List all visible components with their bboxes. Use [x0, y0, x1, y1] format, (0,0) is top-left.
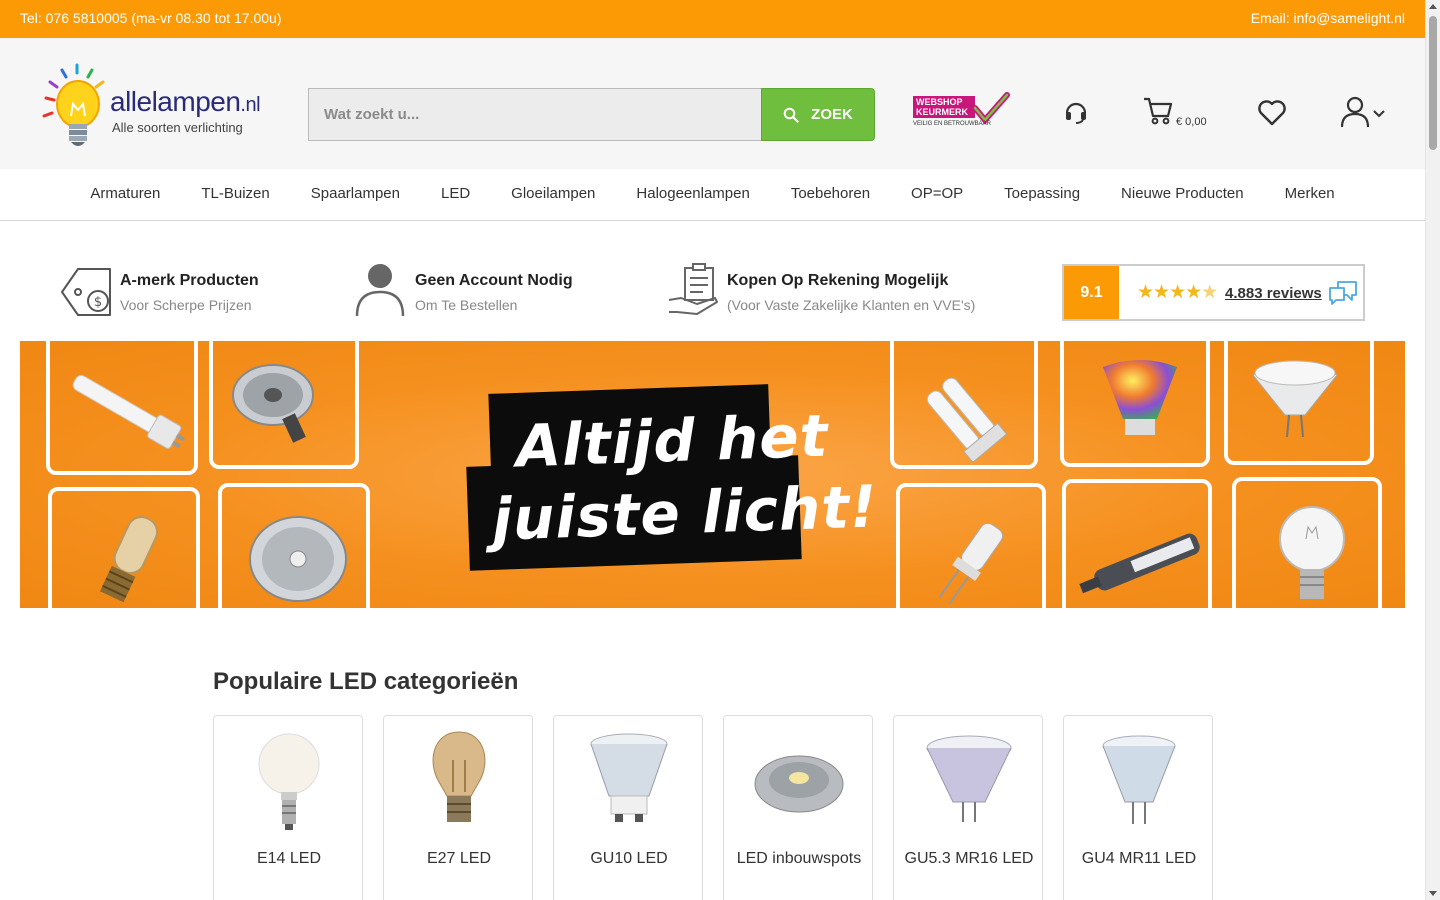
webshop-keurmerk-badge[interactable]: WEBSHOP KEURMERK VEILIG EN BETROUWBAAR: [913, 92, 1010, 132]
user-icon[interactable]: [1340, 94, 1388, 130]
page-scrollbar[interactable]: [1425, 0, 1440, 900]
nav-item-toebehoren[interactable]: Toebehoren: [770, 169, 890, 220]
category-card-gu4-mr11-led[interactable]: GU4 MR11 LED: [1063, 715, 1213, 900]
usp-geen-account: Geen Account Nodig Om Te Bestellen: [355, 262, 615, 322]
scroll-up-icon[interactable]: [1429, 4, 1437, 9]
topbar-phone[interactable]: Tel: 076 5810005 (ma-vr 08.30 tot 17.00u…: [20, 10, 282, 26]
nav-item-tl-buizen[interactable]: TL-Buizen: [181, 169, 290, 220]
cart-icon[interactable]: [1142, 96, 1174, 126]
category-label: GU4 MR11 LED: [1081, 850, 1197, 867]
streetlight-armature-icon: [1079, 533, 1200, 594]
banner-slogan: Altijd het juiste licht!: [466, 384, 879, 571]
main-nav: Armaturen TL-Buizen Spaarlampen LED Gloe…: [0, 169, 1425, 221]
search-bar: ZOEK: [308, 88, 875, 141]
lightbulb-logo-icon: [42, 63, 105, 146]
nav-item-spaarlampen[interactable]: Spaarlampen: [290, 169, 420, 220]
cart-amount[interactable]: € 0,00: [1176, 116, 1207, 128]
usp-subtitle: Voor Scherpe Prijzen: [120, 297, 252, 313]
nav-item-gloeilampen[interactable]: Gloeilampen: [491, 169, 616, 220]
keurmerk-label-box: WEBSHOP KEURMERK: [913, 96, 975, 118]
heart-icon[interactable]: [1257, 99, 1287, 127]
nav-item-nieuwe-producten[interactable]: Nieuwe Producten: [1101, 169, 1265, 220]
category-card-e14-led[interactable]: E14 LED: [213, 715, 363, 900]
rgb-gu10-lamp-icon: [1103, 360, 1177, 435]
e14-filament-lamp-icon: [99, 516, 159, 603]
usp-subtitle: (Voor Vaste Zakelijke Klanten en VVE's): [727, 297, 976, 313]
search-button[interactable]: ZOEK: [761, 88, 875, 141]
usp-title: A-merk Producten: [120, 272, 259, 289]
slogan-line2: juiste licht!: [490, 472, 879, 554]
topbar-email[interactable]: Email: info@samelight.nl: [1251, 10, 1405, 26]
usp-kopen-op-rekening: Kopen Op Rekening Mogelijk (Voor Vaste Z…: [667, 262, 987, 322]
slogan-line1: Altijd het: [514, 401, 830, 481]
pl-lamp-icon: [72, 375, 185, 449]
nav-item-led[interactable]: LED: [420, 169, 490, 220]
keurmerk-line2: KEURMERK: [916, 107, 969, 117]
svg-text:$: $: [94, 295, 102, 310]
category-card-gu10-led[interactable]: GU10 LED: [553, 715, 703, 900]
e14-led-bulb-image: [258, 733, 320, 830]
category-label: GU10 LED: [590, 850, 668, 867]
category-label: E14 LED: [256, 850, 322, 867]
category-list: E14 LED E27 LED GU10 LED LED inbouwspots…: [213, 715, 1213, 900]
mr16-led-spot-image: [926, 735, 1012, 822]
headset-icon[interactable]: [1063, 99, 1089, 125]
reviews-widget[interactable]: 9.1 ★★★★★ 4.883 reviews: [1062, 264, 1365, 321]
chat-bubbles-icon: [1329, 281, 1357, 305]
logo-tagline: Alle soorten verlichting: [112, 120, 243, 135]
category-card-gu5-3-mr16-led[interactable]: GU5.3 MR16 LED: [893, 715, 1043, 900]
category-label: LED inbouwspots: [736, 850, 862, 867]
reviews-link[interactable]: 4.883 reviews: [1225, 285, 1322, 302]
usp-title: Kopen Op Rekening Mogelijk: [727, 272, 949, 289]
search-icon: [783, 107, 799, 123]
review-score: 9.1: [1064, 266, 1119, 319]
nav-item-armaturen[interactable]: Armaturen: [70, 169, 181, 220]
nav-item-toepassing[interactable]: Toepassing: [984, 169, 1101, 220]
category-card-led-inbouwspots[interactable]: LED inbouwspots: [723, 715, 873, 900]
nav-item-merken[interactable]: Merken: [1264, 169, 1355, 220]
keurmerk-subtext: VEILIG EN BETROUWBAAR: [913, 121, 992, 127]
led-downlight-image: [754, 755, 844, 813]
pl-2pin-lamp-icon: [926, 377, 1008, 461]
category-label: E27 LED: [426, 850, 492, 867]
category-label: GU5.3 MR16 LED: [904, 850, 1034, 867]
g9-capsule-lamp-icon: [938, 522, 1003, 605]
keurmerk-line1: WEBSHOP: [916, 97, 963, 107]
nav-item-op-op[interactable]: OP=OP: [891, 169, 984, 220]
e27-led-bulb-image: [432, 731, 486, 822]
review-stars: ★★★★★: [1137, 282, 1218, 303]
invoice-hand-icon: [668, 263, 718, 315]
scrollbar-thumb[interactable]: [1429, 16, 1437, 150]
category-card-e27-led[interactable]: E27 LED: [383, 715, 533, 900]
person-icon: [355, 264, 405, 317]
top-bar: Tel: 076 5810005 (ma-vr 08.30 tot 17.00u…: [0, 0, 1425, 38]
usp-a-merk: $ A-merk Producten Voor Scherpe Prijzen: [60, 262, 320, 322]
ar111-lamp-icon: [232, 364, 314, 443]
scroll-down-icon[interactable]: [1429, 891, 1437, 896]
logo-brand: allelampen.nl: [110, 86, 261, 117]
page: Tel: 076 5810005 (ma-vr 08.30 tot 17.00u…: [0, 0, 1440, 900]
search-button-label: ZOEK: [811, 106, 853, 123]
price-tag-icon: $: [61, 268, 111, 316]
header: allelampen.nl Alle soorten verlichting Z…: [0, 38, 1425, 169]
e27-ball-lamp-icon: [1279, 506, 1345, 599]
usp-subtitle: Om Te Bestellen: [415, 297, 518, 313]
usp-title: Geen Account Nodig: [415, 272, 573, 289]
mr11-led-spot-image: [1102, 735, 1176, 824]
mr16-glass-lamp-icon: [1252, 360, 1338, 438]
logo[interactable]: allelampen.nl Alle soorten verlichting: [40, 60, 280, 152]
hero-banner[interactable]: Altijd het juiste licht!: [20, 341, 1405, 608]
par56-lamp-icon: [249, 516, 347, 602]
search-input[interactable]: [308, 88, 762, 141]
gu10-led-spot-image: [590, 733, 668, 822]
section-title: Populaire LED categorieën: [213, 668, 519, 695]
nav-item-halogeenlampen[interactable]: Halogeenlampen: [616, 169, 770, 220]
